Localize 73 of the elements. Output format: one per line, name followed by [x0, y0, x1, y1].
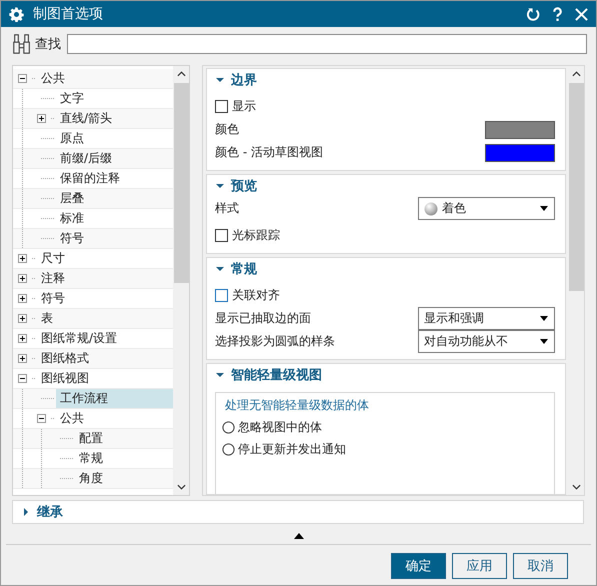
- expand-icon[interactable]: [18, 334, 27, 343]
- tree-item[interactable]: 符号: [37, 289, 173, 308]
- radio-button[interactable]: [222, 420, 235, 434]
- collapse-icon[interactable]: [37, 414, 46, 423]
- field-label: 样式: [215, 200, 239, 217]
- collapse-icon[interactable]: [18, 374, 27, 383]
- scroll-down-icon[interactable]: [572, 484, 580, 490]
- section-title[interactable]: 预览: [231, 177, 257, 195]
- checkbox-label[interactable]: 光标跟踪: [232, 227, 280, 244]
- dialog-button[interactable]: 应用: [452, 553, 507, 579]
- tree-item[interactable]: 保留的注释: [56, 169, 173, 188]
- caret-icon: [540, 316, 548, 321]
- collapse-arrow-icon[interactable]: [294, 533, 304, 539]
- color-swatch[interactable]: [485, 144, 555, 162]
- color-swatch[interactable]: [485, 120, 555, 138]
- search-label: 查找: [35, 36, 61, 53]
- checkbox-label[interactable]: 显示: [232, 98, 256, 115]
- scroll-down-icon[interactable]: [176, 484, 186, 490]
- window-title: 制图首选项: [33, 5, 103, 23]
- tree-item[interactable]: 标准: [56, 209, 173, 228]
- field-label: 显示已抽取边的面: [215, 310, 311, 327]
- section-title[interactable]: 继承: [37, 503, 63, 521]
- collapse-icon[interactable]: [216, 265, 224, 273]
- section-title[interactable]: 常规: [231, 260, 257, 278]
- collapse-icon[interactable]: [216, 371, 224, 379]
- radio-label[interactable]: 停止更新并发出通知: [238, 440, 346, 458]
- tree-item[interactable]: 图纸常规/设置: [37, 329, 173, 348]
- section-title[interactable]: 智能轻量级视图: [231, 366, 322, 384]
- checkbox[interactable]: [215, 289, 228, 302]
- scroll-up-icon[interactable]: [176, 71, 186, 77]
- expand-icon[interactable]: [18, 354, 27, 363]
- collapse-icon[interactable]: [216, 182, 224, 190]
- caret-icon: [540, 206, 548, 211]
- tree-item[interactable]: 图纸视图: [37, 369, 173, 388]
- tree-item[interactable]: 公共: [56, 409, 173, 428]
- sphere-icon: [424, 202, 438, 216]
- binoculars-icon[interactable]: [11, 33, 33, 55]
- dropdown[interactable]: 显示和强调: [418, 307, 555, 330]
- expand-icon[interactable]: [22, 508, 30, 516]
- section-title[interactable]: 边界: [231, 71, 257, 89]
- scroll-up-icon[interactable]: [572, 71, 580, 77]
- tree-item[interactable]: 尺寸: [37, 249, 173, 268]
- dropdown[interactable]: 对自动功能从不: [418, 330, 555, 353]
- search-field[interactable]: [67, 34, 587, 54]
- expand-icon[interactable]: [18, 274, 27, 283]
- dialog-button[interactable]: 确定: [391, 553, 446, 579]
- expand-icon[interactable]: [18, 254, 27, 263]
- close-icon[interactable]: [575, 8, 588, 20]
- checkbox-label[interactable]: 关联对齐: [232, 287, 280, 304]
- caret-icon: [540, 339, 548, 344]
- tree-item[interactable]: 工作流程: [56, 389, 173, 408]
- group-title: 处理无智能轻量级数据的体: [224, 397, 370, 414]
- expand-icon[interactable]: [18, 294, 27, 303]
- tree-item[interactable]: 文字: [56, 89, 173, 108]
- radio-label[interactable]: 忽略视图中的体: [238, 418, 322, 436]
- collapse-icon[interactable]: [216, 76, 224, 84]
- scrollbar[interactable]: [173, 66, 189, 495]
- field-label: 颜色 - 活动草图视图: [215, 144, 323, 161]
- checkbox[interactable]: [215, 100, 228, 113]
- collapse-icon[interactable]: [18, 74, 27, 83]
- dropdown[interactable]: 着色: [418, 197, 555, 220]
- radio-button[interactable]: [222, 442, 235, 456]
- help-icon[interactable]: [552, 6, 563, 22]
- field-label: 颜色: [215, 121, 239, 138]
- reset-icon[interactable]: [526, 7, 540, 21]
- settings-icon: [9, 6, 24, 22]
- expand-icon[interactable]: [37, 114, 46, 123]
- field-label: 选择投影为圆弧的样条: [215, 333, 335, 350]
- dialog-button[interactable]: 取消: [513, 553, 568, 579]
- tree-item[interactable]: 原点: [56, 129, 173, 148]
- checkbox[interactable]: [215, 229, 228, 242]
- expand-icon[interactable]: [18, 314, 27, 323]
- tree-item[interactable]: 常规: [75, 449, 173, 468]
